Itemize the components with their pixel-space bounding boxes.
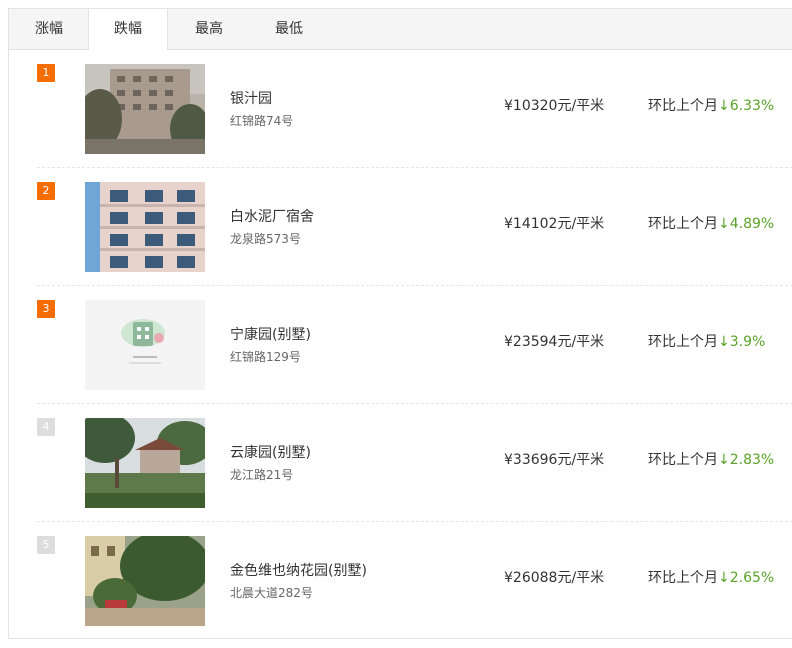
- property-name[interactable]: 宁康园(别墅): [230, 324, 311, 344]
- trend-label: 环比上个月: [648, 334, 718, 350]
- property-address: 红锦路129号: [230, 350, 301, 364]
- unit-price: ¥14102元/平米: [504, 216, 605, 232]
- ranking-panel: 涨幅 跌幅 最高 最低 1 银汁园 红锦路74号 ¥10320元/平米 环比上个…: [8, 8, 792, 639]
- unit-price: ¥10320元/平米: [504, 98, 605, 114]
- trend-label: 环比上个月: [648, 98, 718, 114]
- rank-badge: 1: [37, 64, 55, 82]
- month-change: 环比上个月↓3.9%: [648, 331, 765, 351]
- month-change: 环比上个月↓4.89%: [648, 213, 774, 233]
- property-photo[interactable]: [85, 418, 205, 508]
- month-change: 环比上个月↓6.33%: [648, 95, 774, 115]
- month-change: 环比上个月↓2.83%: [648, 449, 774, 469]
- rank-badge: 4: [37, 418, 55, 436]
- tab-lowest[interactable]: 最低: [249, 9, 329, 49]
- property-name[interactable]: 金色维也纳花园(别墅): [230, 560, 367, 580]
- list-item[interactable]: 3 宁康园(别墅) 红锦路129号 ¥23594元/平米 环比上个月↓3.9%: [37, 286, 792, 404]
- trend-label: 环比上个月: [648, 570, 718, 586]
- unit-price: ¥26088元/平米: [504, 570, 605, 586]
- property-photo[interactable]: [85, 182, 205, 272]
- change-value: ↓2.83%: [718, 452, 775, 468]
- property-address: 龙泉路573号: [230, 232, 301, 246]
- property-address: 龙江路21号: [230, 468, 294, 482]
- list-item[interactable]: 2 白水泥厂宿舍 龙泉路573号 ¥14102元/平米 环比上个月↓4.89%: [37, 168, 792, 286]
- unit-price: ¥33696元/平米: [504, 452, 605, 468]
- property-photo[interactable]: [85, 64, 205, 154]
- rank-badge: 2: [37, 182, 55, 200]
- change-value: ↓6.33%: [718, 98, 775, 114]
- change-value: ↓4.89%: [718, 216, 775, 232]
- trend-label: 环比上个月: [648, 216, 718, 232]
- list-item[interactable]: 1 银汁园 红锦路74号 ¥10320元/平米 环比上个月↓6.33%: [37, 50, 792, 168]
- list-item[interactable]: 5 金色维也纳花园(别墅) 北晨大道282号 ¥26088元/平米 环比上个月↓…: [37, 522, 792, 640]
- change-value: ↓3.9%: [718, 334, 766, 350]
- tab-highest[interactable]: 最高: [169, 9, 249, 49]
- list-item[interactable]: 4 云康园(别墅) 龙江路21号 ¥33696元/平米 环比上个月↓2.83%: [37, 404, 792, 522]
- property-name[interactable]: 白水泥厂宿舍: [230, 206, 314, 226]
- property-address: 红锦路74号: [230, 114, 294, 128]
- property-name[interactable]: 银汁园: [230, 88, 272, 108]
- tab-bar: 涨幅 跌幅 最高 最低: [9, 9, 792, 50]
- property-name[interactable]: 云康园(别墅): [230, 442, 311, 462]
- rank-badge: 5: [37, 536, 55, 554]
- property-photo-placeholder[interactable]: [85, 300, 205, 390]
- trend-label: 环比上个月: [648, 452, 718, 468]
- unit-price: ¥23594元/平米: [504, 334, 605, 350]
- property-photo[interactable]: [85, 536, 205, 626]
- tab-fall[interactable]: 跌幅: [88, 9, 168, 50]
- month-change: 环比上个月↓2.65%: [648, 567, 774, 587]
- tab-rise[interactable]: 涨幅: [9, 9, 89, 49]
- change-value: ↓2.65%: [718, 570, 775, 586]
- property-address: 北晨大道282号: [230, 586, 313, 600]
- rank-badge: 3: [37, 300, 55, 318]
